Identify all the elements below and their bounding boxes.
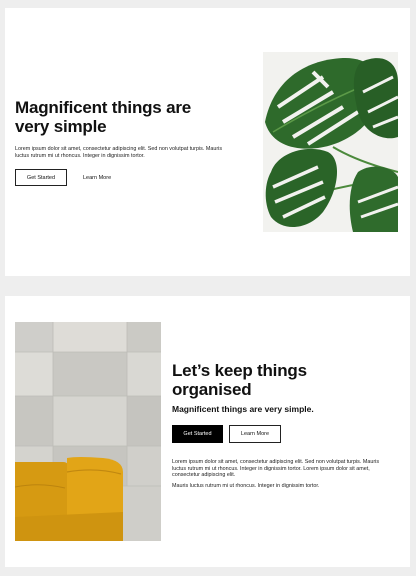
yellow-chair-marble-wall-image (15, 322, 161, 541)
feature-paragraph: Mauris luctus rutrum mi ut rhoncus. Inte… (172, 483, 320, 489)
hero-title: Magnificent things are very simple (15, 98, 192, 136)
hero-body-text: Lorem ipsum dolor sit amet, consectetur … (15, 146, 223, 159)
get-started-button[interactable]: Get Started (15, 169, 67, 186)
feature-title: Let’s keep things organised (172, 361, 307, 399)
hero-section: Magnificent things are very simple Lorem… (5, 8, 410, 276)
feature-paragraph: Lorem ipsum dolor sit amet, consectetur … (172, 459, 380, 479)
monstera-leaf-image (263, 52, 398, 232)
learn-more-button[interactable]: Learn More (229, 425, 281, 443)
get-started-button[interactable]: Get Started (172, 425, 223, 443)
learn-more-button[interactable]: Learn More (77, 169, 117, 186)
feature-subtitle: Magnificent things are very simple. (172, 404, 314, 414)
feature-section: Let’s keep things organised Magnificent … (5, 296, 410, 567)
